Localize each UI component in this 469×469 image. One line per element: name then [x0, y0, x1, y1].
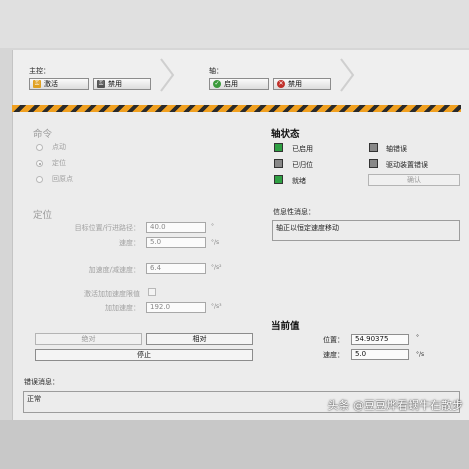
relative-button[interactable]: 相对 — [146, 333, 253, 345]
current-speed-label: 速度： — [323, 351, 344, 359]
current-values-heading: 当前值 — [271, 321, 300, 332]
status-led-enabled — [274, 143, 283, 152]
absolute-button[interactable]: 绝对 — [35, 333, 142, 345]
error-label: 错误消息： — [24, 378, 59, 386]
enable-button-label: 启用 — [224, 80, 238, 88]
close-icon: ✕ — [277, 80, 285, 88]
jerk-label: 加加速度： — [105, 304, 140, 312]
accel-input[interactable]: 6.4 — [146, 263, 206, 274]
accel-unit: °/s² — [211, 264, 222, 271]
axis-disable-button-label: 禁用 — [288, 80, 302, 88]
axis-status-heading: 轴状态 — [271, 129, 300, 140]
status-enabled-label: 已启用 — [292, 145, 313, 153]
key-disabled-icon: ⚿ — [97, 80, 105, 88]
current-position-unit: ° — [416, 334, 419, 341]
status-led-homed — [274, 159, 283, 168]
radio-jog-label: 点动 — [52, 143, 66, 151]
command-heading: 命令 — [33, 129, 53, 140]
current-speed-value: 5.0 — [351, 349, 409, 360]
status-led-axis-error — [369, 143, 378, 152]
speed-input[interactable]: 5.0 — [146, 237, 206, 248]
key-icon: ⚿ — [33, 80, 41, 88]
info-label: 信息性消息： — [273, 208, 315, 216]
control-bar: 主控： ⚿ 激活 ⚿ 禁用 轴： ✓ 启用 ✕ 禁用 — [13, 50, 469, 100]
positioning-heading: 定位 — [33, 210, 53, 221]
warning-stripe — [12, 105, 461, 112]
top-background — [0, 0, 469, 48]
chevron-right-icon — [340, 58, 355, 92]
axis-disable-button[interactable]: ✕ 禁用 — [273, 78, 331, 90]
confirm-button[interactable]: 确认 — [368, 174, 460, 186]
enable-button[interactable]: ✓ 启用 — [209, 78, 269, 90]
main-disable-button-label: 禁用 — [108, 80, 122, 88]
radio-homing-label: 回原点 — [52, 175, 73, 183]
radio-homing[interactable] — [36, 176, 43, 183]
target-input[interactable]: 40.0 — [146, 222, 206, 233]
current-position-value: 54.90375 — [351, 334, 409, 345]
jerk-enable-label: 激活加加速度限值 — [84, 290, 140, 298]
radio-jog[interactable] — [36, 144, 43, 151]
target-label: 目标位置/行进路径： — [74, 224, 140, 232]
info-message-box: 轴正以恒定速度移动 — [272, 220, 460, 241]
watermark-text: 头条 @豆豆烨看蜗牛在散步 — [327, 399, 464, 412]
current-speed-unit: °/s — [416, 351, 425, 358]
status-led-ready — [274, 175, 283, 184]
main-disable-button[interactable]: ⚿ 禁用 — [93, 78, 151, 90]
status-homed-label: 已归位 — [292, 161, 313, 169]
accel-label: 加速度/减速度： — [88, 266, 140, 274]
activate-button[interactable]: ⚿ 激活 — [29, 78, 89, 90]
main-control-label: 主控： — [29, 67, 50, 75]
radio-positioning[interactable] — [36, 160, 43, 167]
bottom-background — [0, 420, 469, 469]
check-icon: ✓ — [213, 80, 221, 88]
status-ready-label: 就绪 — [292, 177, 306, 185]
stop-button[interactable]: 停止 — [35, 349, 253, 361]
status-axis-error-label: 轴错误 — [386, 145, 407, 153]
jerk-unit: °/s³ — [211, 303, 222, 310]
jerk-enable-checkbox[interactable] — [148, 288, 156, 296]
status-drive-error-label: 驱动装置错误 — [386, 161, 428, 169]
speed-label: 速度： — [119, 239, 140, 247]
axis-control-label: 轴： — [209, 67, 223, 75]
target-unit: ° — [211, 223, 214, 230]
speed-unit: °/s — [211, 239, 220, 246]
status-led-drive-error — [369, 159, 378, 168]
radio-positioning-label: 定位 — [52, 159, 66, 167]
current-position-label: 位置： — [323, 336, 344, 344]
activate-button-label: 激活 — [44, 80, 58, 88]
chevron-right-icon — [160, 58, 175, 92]
jerk-input[interactable]: 192.0 — [146, 302, 206, 313]
